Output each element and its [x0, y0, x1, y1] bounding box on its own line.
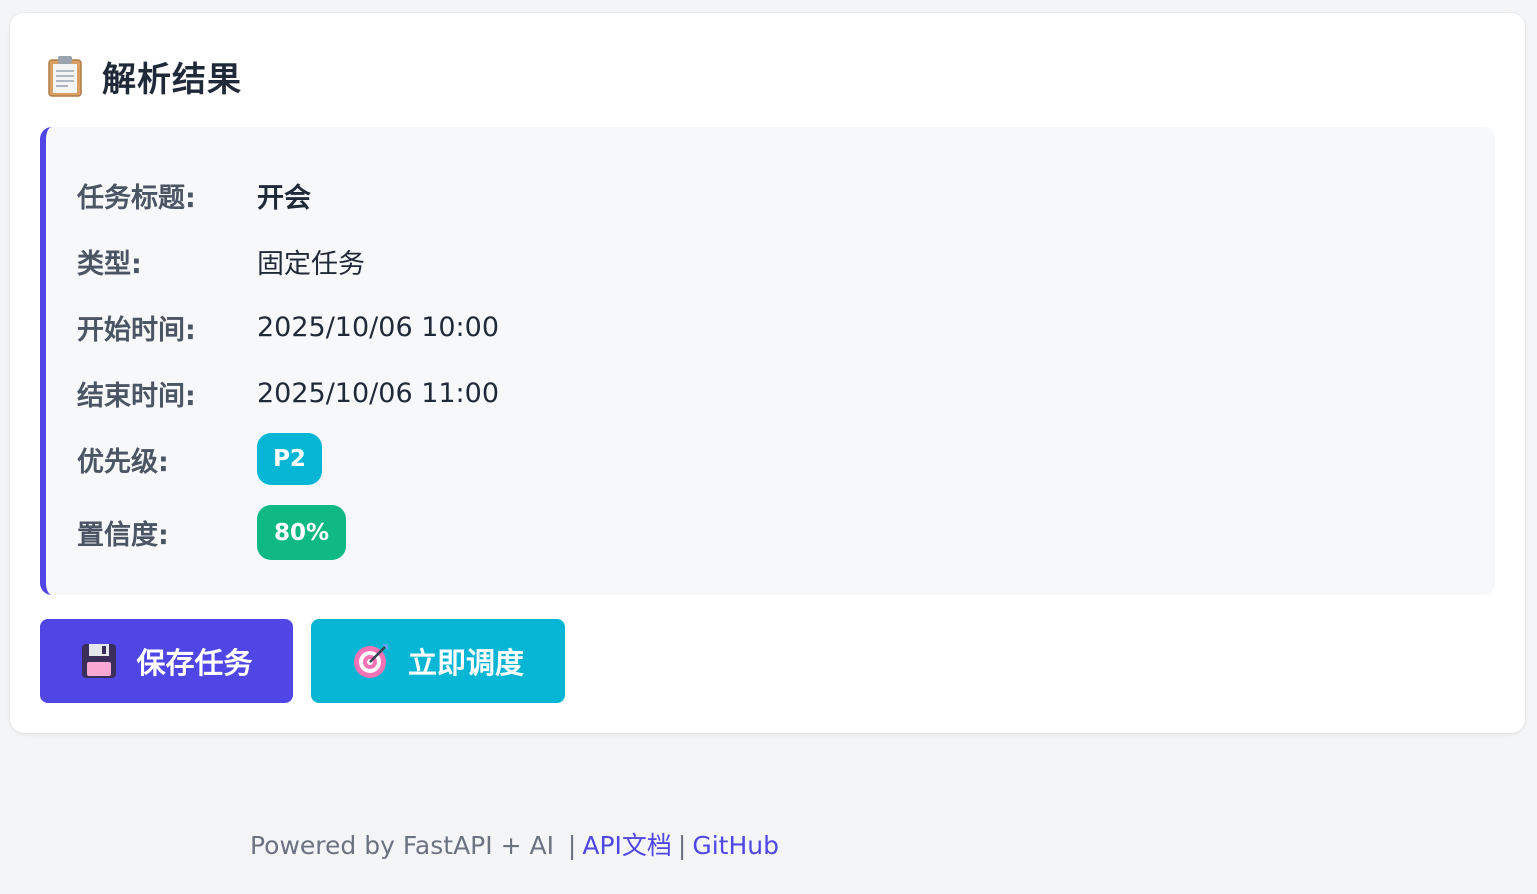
confidence-badge: 80%	[257, 505, 346, 560]
github-link[interactable]: GitHub	[692, 831, 779, 860]
footer-prefix: Powered by FastAPI + AI	[250, 831, 554, 860]
save-task-button[interactable]: 保存任务	[40, 619, 293, 703]
api-docs-link[interactable]: API文档	[582, 831, 672, 860]
result-card: 解析结果 任务标题: 开会 类型: 固定任务 开始时间: 2025/10/06 …	[10, 13, 1525, 733]
priority-badge: P2	[257, 433, 322, 485]
field-row-priority: 优先级: P2	[77, 433, 322, 485]
dispatch-now-label: 立即调度	[407, 646, 524, 680]
field-row-confidence: 置信度: 80%	[77, 505, 346, 560]
field-label-start-time: 开始时间:	[77, 314, 196, 346]
footer-separator: |	[677, 831, 687, 860]
footer-separator: |	[567, 831, 577, 860]
dispatch-now-button[interactable]: 立即调度	[311, 619, 565, 703]
field-row-start-time: 开始时间: 2025/10/06 10:00	[77, 301, 499, 353]
floppy-disk-icon	[80, 642, 118, 680]
field-row-type: 类型: 固定任务	[77, 235, 365, 287]
field-value-start-time: 2025/10/06 10:00	[257, 311, 500, 343]
field-label-title: 任务标题:	[77, 182, 196, 214]
field-label-end-time: 结束时间:	[77, 380, 196, 412]
field-label-priority: 优先级:	[77, 446, 169, 478]
save-task-label: 保存任务	[136, 646, 253, 680]
footer: Powered by FastAPI + AI | API文档 | GitHub	[250, 826, 779, 862]
card-header: 解析结果	[46, 51, 242, 101]
field-value-type: 固定任务	[257, 248, 365, 280]
field-label-type: 类型:	[77, 248, 142, 280]
field-row-end-time: 结束时间: 2025/10/06 11:00	[77, 367, 499, 419]
field-value-end-time: 2025/10/06 11:00	[257, 377, 500, 409]
card-title: 解析结果	[102, 59, 242, 100]
field-value-title: 开会	[257, 182, 311, 214]
clipboard-icon	[46, 54, 84, 98]
field-label-confidence: 置信度:	[77, 520, 169, 551]
field-row-title: 任务标题: 开会	[77, 169, 311, 221]
target-icon	[352, 642, 390, 680]
result-panel: 任务标题: 开会 类型: 固定任务 开始时间: 2025/10/06 10:00…	[40, 127, 1495, 595]
